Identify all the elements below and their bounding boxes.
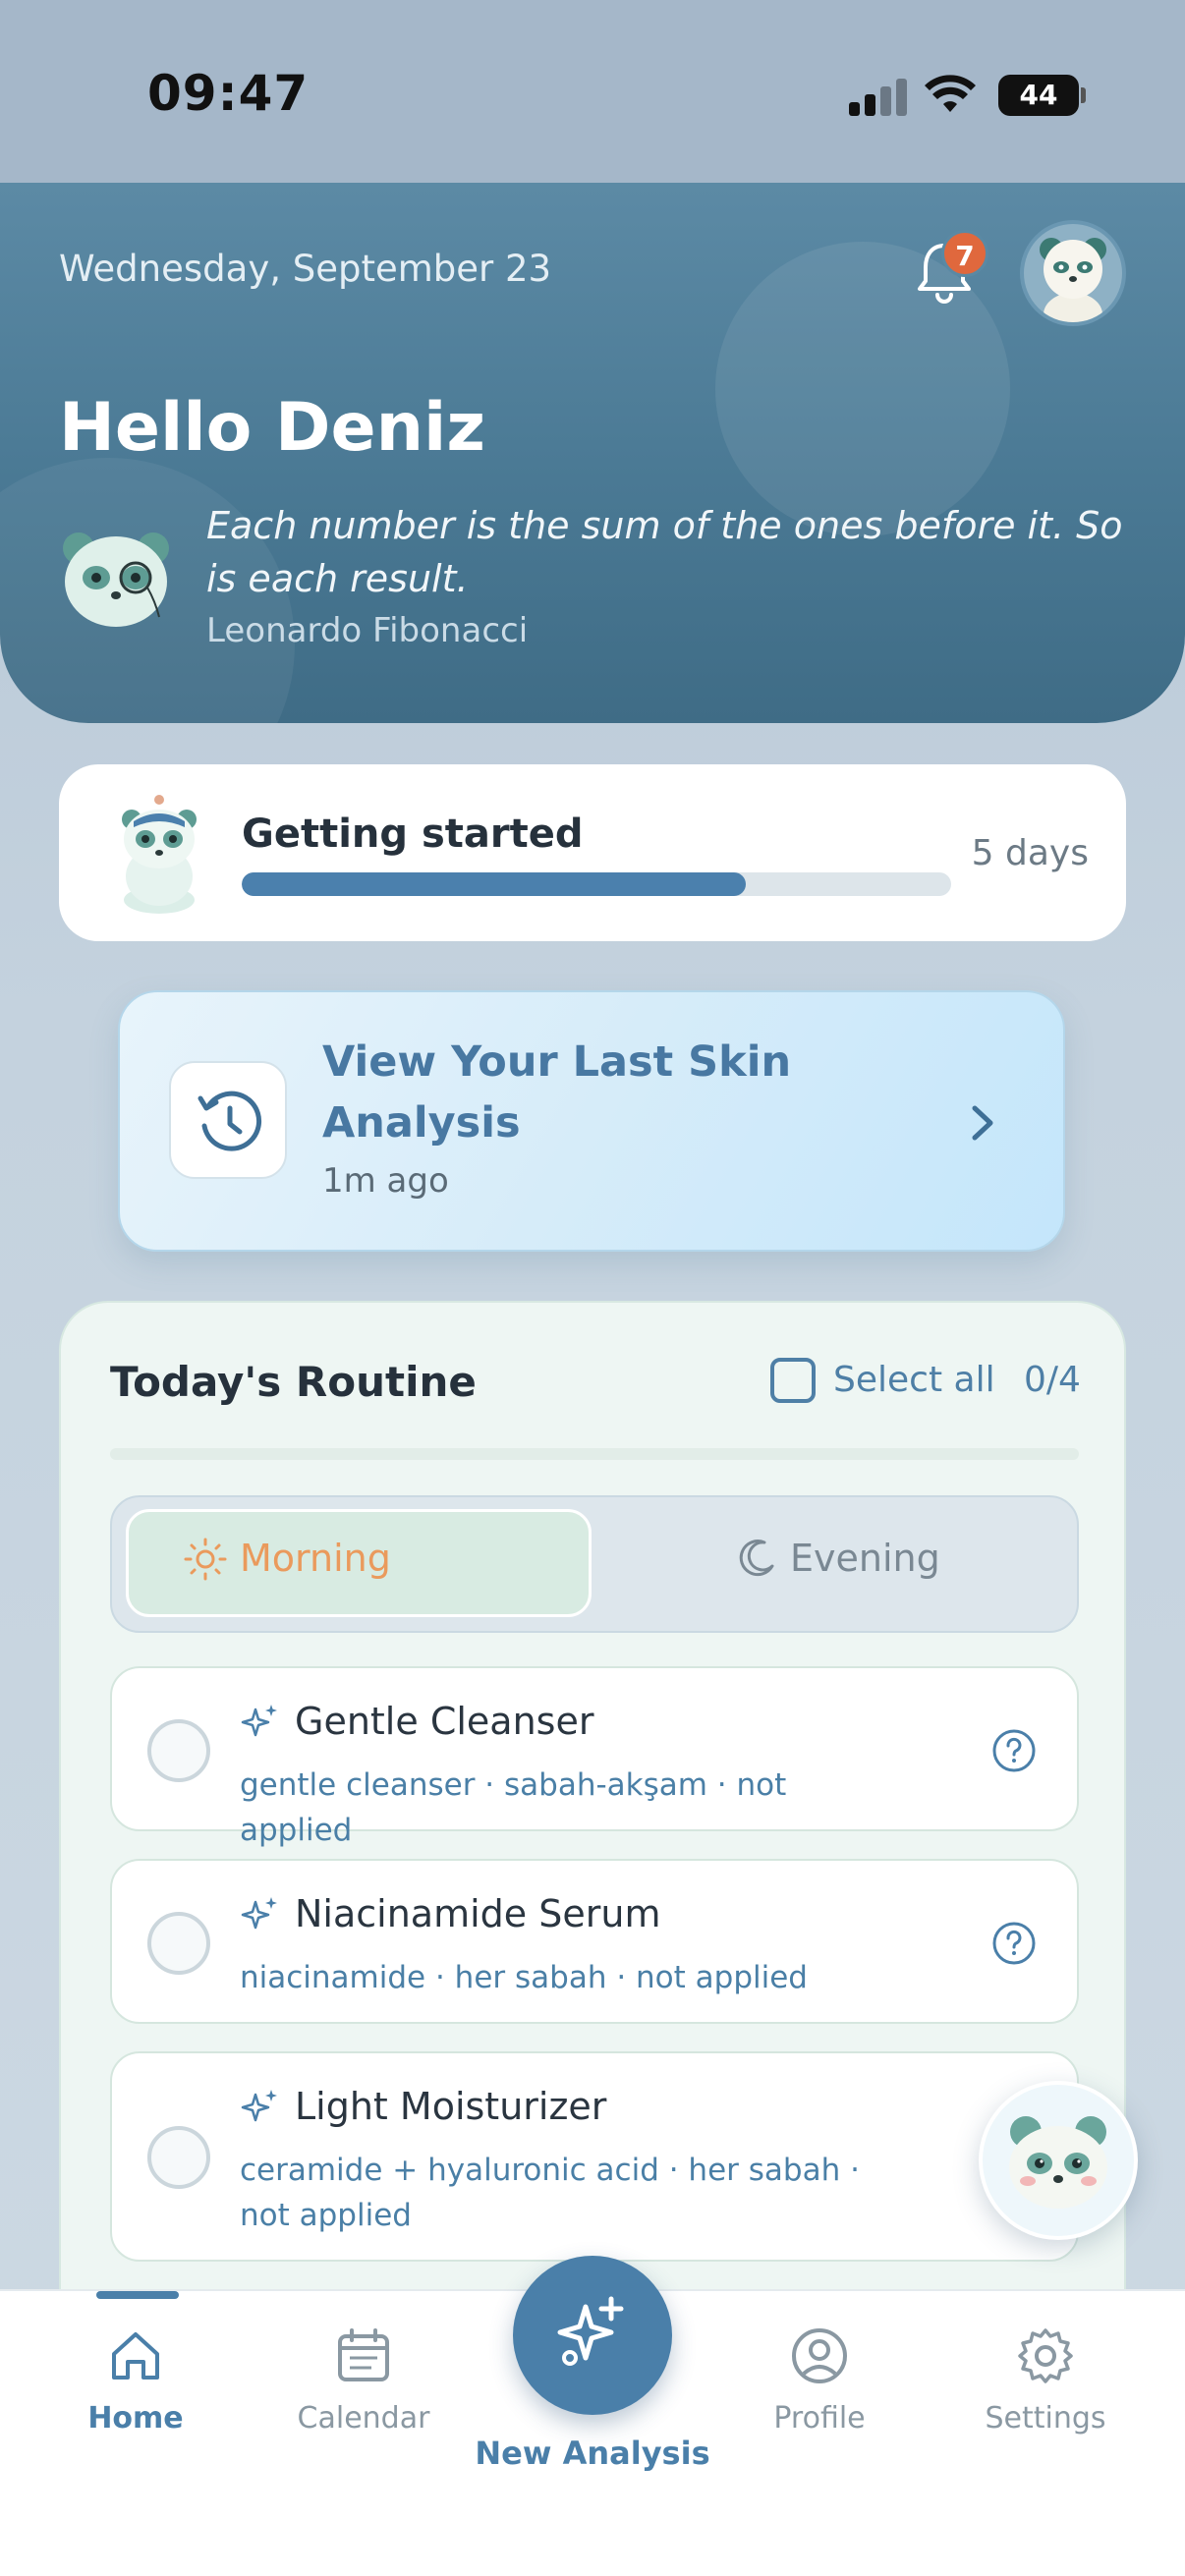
select-all-label[interactable]: Select all [833,1360,995,1400]
getting-started-days: 5 days [971,833,1089,873]
sparkles-icon [241,1705,277,1737]
moon-icon [739,1540,774,1577]
routine-item-meta: gentle cleanser · sabah-akşam · not appl… [240,1767,787,1848]
tab-evening-label[interactable]: Evening [790,1537,940,1580]
chevron-right-icon [972,1105,993,1141]
calendar-icon [338,2328,389,2381]
current-date: Wednesday, September 23 [59,248,552,290]
routine-title: Today's Routine [110,1358,477,1406]
routine-count: 0/4 [1024,1360,1081,1400]
tab-morning-label[interactable]: Morning [240,1537,391,1580]
cellular-signal-icon [849,77,908,116]
nav-label-home: Home [87,2401,184,2436]
assistant-mascot-button[interactable] [979,2081,1138,2240]
home-icon [112,2332,159,2380]
help-icon[interactable] [990,1727,1038,1774]
routine-item-name: Gentle Cleanser [295,1700,594,1743]
status-time: 09:47 [147,65,310,122]
last-analysis-time: 1m ago [322,1161,449,1201]
sparkles-icon [557,2296,624,2366]
profile-icon [792,2328,847,2383]
avatar[interactable] [1020,220,1126,326]
battery-icon: 44 [998,75,1079,116]
getting-started-progress-fill [242,872,746,896]
getting-started-card[interactable]: Getting started 5 days [59,764,1126,941]
new-analysis-button[interactable] [513,2256,672,2415]
header: Wednesday, September 23 7 Hello Deniz Ea… [0,183,1185,723]
wifi-icon [925,75,976,112]
routine-item-name: Niacinamide Serum [295,1892,661,1935]
history-icon [198,1091,262,1151]
daily-quote: Each number is the sum of the ones befor… [206,504,1123,600]
gear-icon [1018,2328,1073,2383]
nav-item-settings[interactable]: Settings [947,2324,1144,2436]
todays-routine-panel: Today's Routine Select all 0/4 Morning E… [59,1301,1126,2381]
greeting: Hello Deniz [59,389,485,467]
nav-label-settings: Settings [985,2401,1106,2436]
routine-item[interactable]: Niacinamide Serum niacinamide · her saba… [110,1859,1079,2024]
battery-tip [1081,87,1086,103]
getting-started-title: Getting started [242,812,584,857]
nav-item-home[interactable]: Home [37,2324,234,2436]
routine-item-meta: niacinamide · her sabah · not applied [240,1960,808,1995]
panda-mascot-icon [122,795,197,914]
routine-item[interactable]: Light Moisturizer ceramide + hyaluronic … [110,2051,1079,2262]
panda-avatar-icon [1040,238,1106,322]
routine-item-checkbox[interactable] [147,1719,210,1782]
select-all-checkbox[interactable] [770,1358,816,1403]
last-skin-analysis-card[interactable]: View Your Last Skin Analysis 1m ago [118,990,1065,1252]
routine-item[interactable]: Gentle Cleanser gentle cleanser · sabah-… [110,1666,1079,1848]
sun-icon [184,1538,227,1581]
help-icon[interactable] [990,1920,1038,1967]
history-icon-box [169,1061,287,1179]
nav-label-calendar: Calendar [297,2401,430,2436]
nav-active-indicator [96,2291,179,2299]
routine-item-checkbox[interactable] [147,2126,210,2189]
nav-item-profile[interactable]: Profile [721,2324,918,2436]
nav-label-profile: Profile [773,2401,866,2436]
panda-monocle-mascot-icon [63,532,169,627]
new-analysis-label[interactable]: New Analysis [432,2435,753,2472]
quote-author: Leonardo Fibonacci [206,611,529,650]
getting-started-progress-bar [242,872,951,896]
panda-assistant-icon [1009,2116,1107,2209]
notification-badge: 7 [941,230,988,277]
sparkles-icon [241,2090,277,2122]
routine-item-meta: ceramide + hyaluronic acid · her sabah ·… [240,2153,860,2233]
routine-item-checkbox[interactable] [147,1912,210,1975]
morning-evening-toggle: Morning Evening [110,1495,1079,1633]
nav-item-calendar[interactable]: Calendar [265,2324,462,2436]
last-analysis-title: View Your Last Skin Analysis [322,1037,792,1148]
routine-item-name: Light Moisturizer [295,2085,607,2128]
sparkles-icon [241,1897,277,1930]
routine-divider [110,1448,1079,1460]
